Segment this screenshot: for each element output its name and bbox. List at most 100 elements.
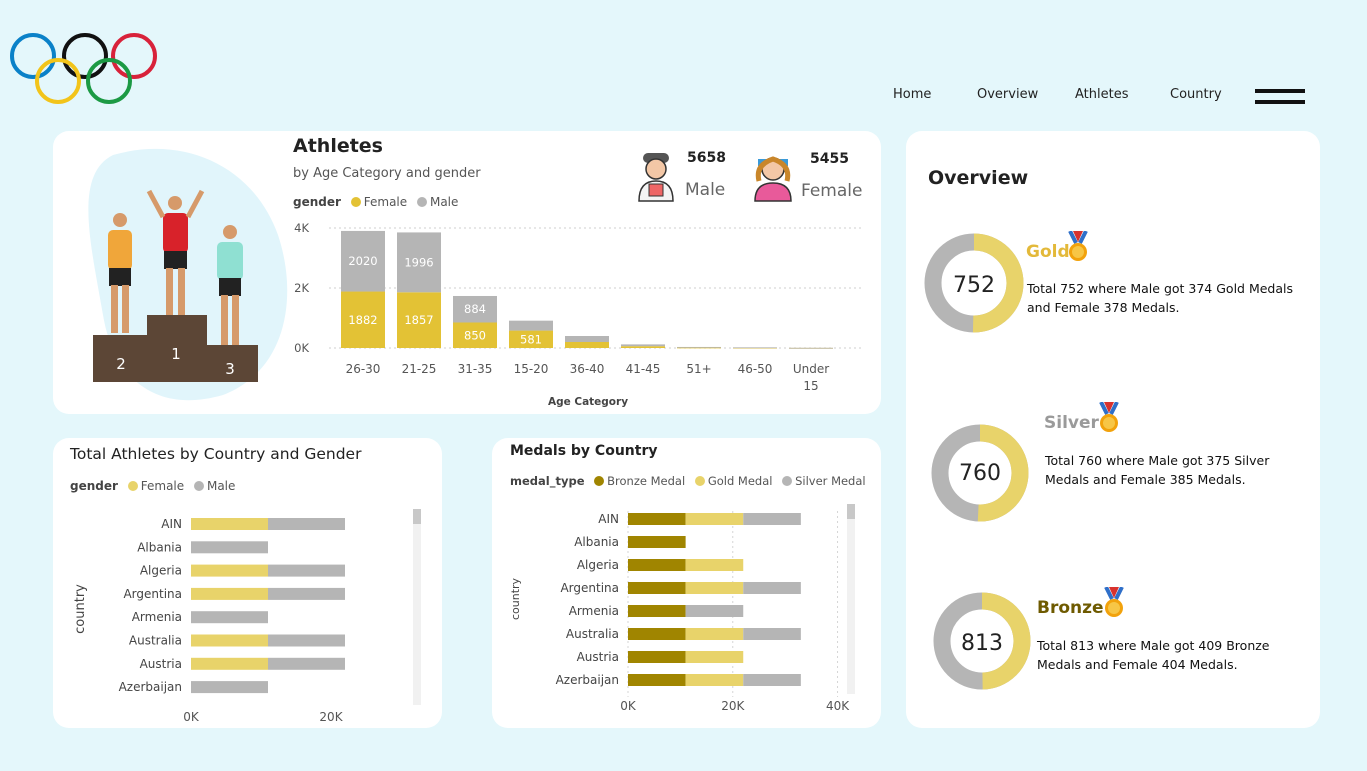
y-axis-title: country <box>509 577 522 620</box>
medals-country-legend: medal_type Bronze Medal Gold Medal Silve… <box>510 474 866 488</box>
y-tick-label: 0K <box>294 341 309 355</box>
gold-total: 752 <box>953 273 995 298</box>
bar-bronze-medal[interactable] <box>628 582 686 594</box>
female-athlete-icon <box>754 156 792 202</box>
y-tick-label: Australia <box>566 627 619 641</box>
y-tick-label: Armenia <box>569 604 619 618</box>
x-tick-label: 46-50 <box>738 362 773 376</box>
y-tick-label: Austria <box>577 650 619 664</box>
bar-gold-medal[interactable] <box>685 628 744 640</box>
nav-country[interactable]: Country <box>1170 87 1222 102</box>
bar-male[interactable] <box>789 347 833 349</box>
hamburger-menu-icon[interactable] <box>1255 89 1305 106</box>
athletes-card: 2 1 3 Athletes by Age Category and gende… <box>53 131 881 414</box>
age-category-chart: 0K 2K 4K 1882 2020 26-30 1857 1996 21-25 850 884 31… <box>294 221 861 408</box>
x-tick-label: Under <box>793 362 829 376</box>
bar-gold-medal[interactable] <box>685 513 744 525</box>
bar-female[interactable] <box>191 564 268 577</box>
scrollbar-track[interactable] <box>847 504 855 694</box>
bar-male[interactable] <box>268 564 345 577</box>
bar-bronze-medal[interactable] <box>628 513 686 525</box>
bar-male[interactable] <box>565 336 609 342</box>
nav-athletes[interactable]: Athletes <box>1075 87 1128 102</box>
scrollbar-thumb[interactable] <box>413 509 421 524</box>
y-tick-label: Algeria <box>577 558 619 572</box>
y-tick-label: Australia <box>129 634 182 648</box>
gold-medal-icon <box>1068 231 1088 261</box>
bar-female[interactable] <box>191 587 268 600</box>
olympic-rings-logo <box>10 33 157 104</box>
bar-male[interactable] <box>268 587 345 600</box>
gold-title: Gold <box>1026 242 1070 262</box>
bar-silver-medal[interactable] <box>743 513 801 525</box>
bar-male[interactable] <box>191 611 268 624</box>
bronze-total: 813 <box>961 631 1003 656</box>
y-tick-label: Austria <box>140 657 182 671</box>
y-tick-label: Albania <box>137 540 182 554</box>
x-tick-label: 20K <box>319 710 343 724</box>
female-count: 5455 <box>810 151 849 167</box>
bar-female[interactable] <box>191 634 268 647</box>
silver-title: Silver <box>1044 413 1099 433</box>
bar-bronze-medal[interactable] <box>628 674 686 686</box>
bar-female[interactable] <box>621 346 665 348</box>
bar-male[interactable] <box>677 346 721 348</box>
bar-gold-medal[interactable] <box>685 651 744 663</box>
y-axis-title: country <box>73 584 88 634</box>
data-label: 1857 <box>404 313 433 327</box>
bar-bronze-medal[interactable] <box>628 559 686 571</box>
athletes-legend: gender Female Male <box>293 195 458 209</box>
male-athlete-icon <box>638 153 674 202</box>
bar-bronze-medal[interactable] <box>628 651 686 663</box>
bar-silver-medal[interactable] <box>743 582 801 594</box>
x-axis-title: Age Category <box>548 396 628 408</box>
bar-female[interactable] <box>565 342 609 348</box>
male-count: 5658 <box>687 150 726 166</box>
bar-male[interactable] <box>191 541 268 554</box>
bar-bronze-medal[interactable] <box>628 628 686 640</box>
podium-label-2: 2 <box>116 355 126 373</box>
podium-illustration: 2 1 3 <box>88 148 288 401</box>
legend-male: Male <box>429 195 459 209</box>
bar-male[interactable] <box>733 347 777 349</box>
silver-total: 760 <box>959 461 1001 486</box>
legend-title: gender <box>293 195 341 209</box>
medals-country-card: Medals by Country medal_type Bronze Meda… <box>492 438 881 728</box>
nav-home[interactable]: Home <box>893 87 931 102</box>
scrollbar-thumb[interactable] <box>847 504 855 519</box>
bar-male[interactable] <box>268 657 345 670</box>
scrollbar-track[interactable] <box>413 509 421 705</box>
medals-country-chart: AIN Albania Algeria Argentina Armenia Austral… <box>509 504 855 713</box>
legend-bronze: Bronze Medal <box>607 474 686 488</box>
y-tick-label: Argentina <box>123 587 182 601</box>
bar-female[interactable] <box>191 518 268 530</box>
bronze-title: Bronze <box>1037 598 1104 618</box>
bar-gold-medal[interactable] <box>685 559 744 571</box>
country-athletes-legend: gender Female Male <box>70 479 235 493</box>
bar-male[interactable] <box>191 681 268 694</box>
silver-medal-icon <box>1099 402 1119 432</box>
bar-gold-medal[interactable] <box>685 582 744 594</box>
bar-male[interactable] <box>268 634 345 647</box>
y-tick-label: AIN <box>598 512 619 526</box>
x-tick-label: 41-45 <box>626 362 661 376</box>
bar-bronze-medal[interactable] <box>628 536 686 548</box>
bar-bronze-medal[interactable] <box>628 605 686 617</box>
y-tick-label: Argentina <box>560 581 619 595</box>
bar-female[interactable] <box>191 657 268 670</box>
bar-silver-medal[interactable] <box>743 628 801 640</box>
legend-silver: Silver Medal <box>795 474 866 488</box>
data-label: 2020 <box>348 254 377 268</box>
legend-female: Female <box>363 195 408 209</box>
bar-silver-medal[interactable] <box>685 605 744 617</box>
bar-male[interactable] <box>621 344 665 347</box>
y-tick-label: Azerbaijan <box>119 680 182 694</box>
y-tick-label: 4K <box>294 221 309 235</box>
bar-male[interactable] <box>509 320 553 331</box>
nav-overview[interactable]: Overview <box>977 87 1038 102</box>
bar-male[interactable] <box>268 518 345 530</box>
bar-gold-medal[interactable] <box>685 674 744 686</box>
data-label: 850 <box>464 328 486 342</box>
bar-silver-medal[interactable] <box>743 674 801 686</box>
y-tick-label: Algeria <box>140 564 182 578</box>
